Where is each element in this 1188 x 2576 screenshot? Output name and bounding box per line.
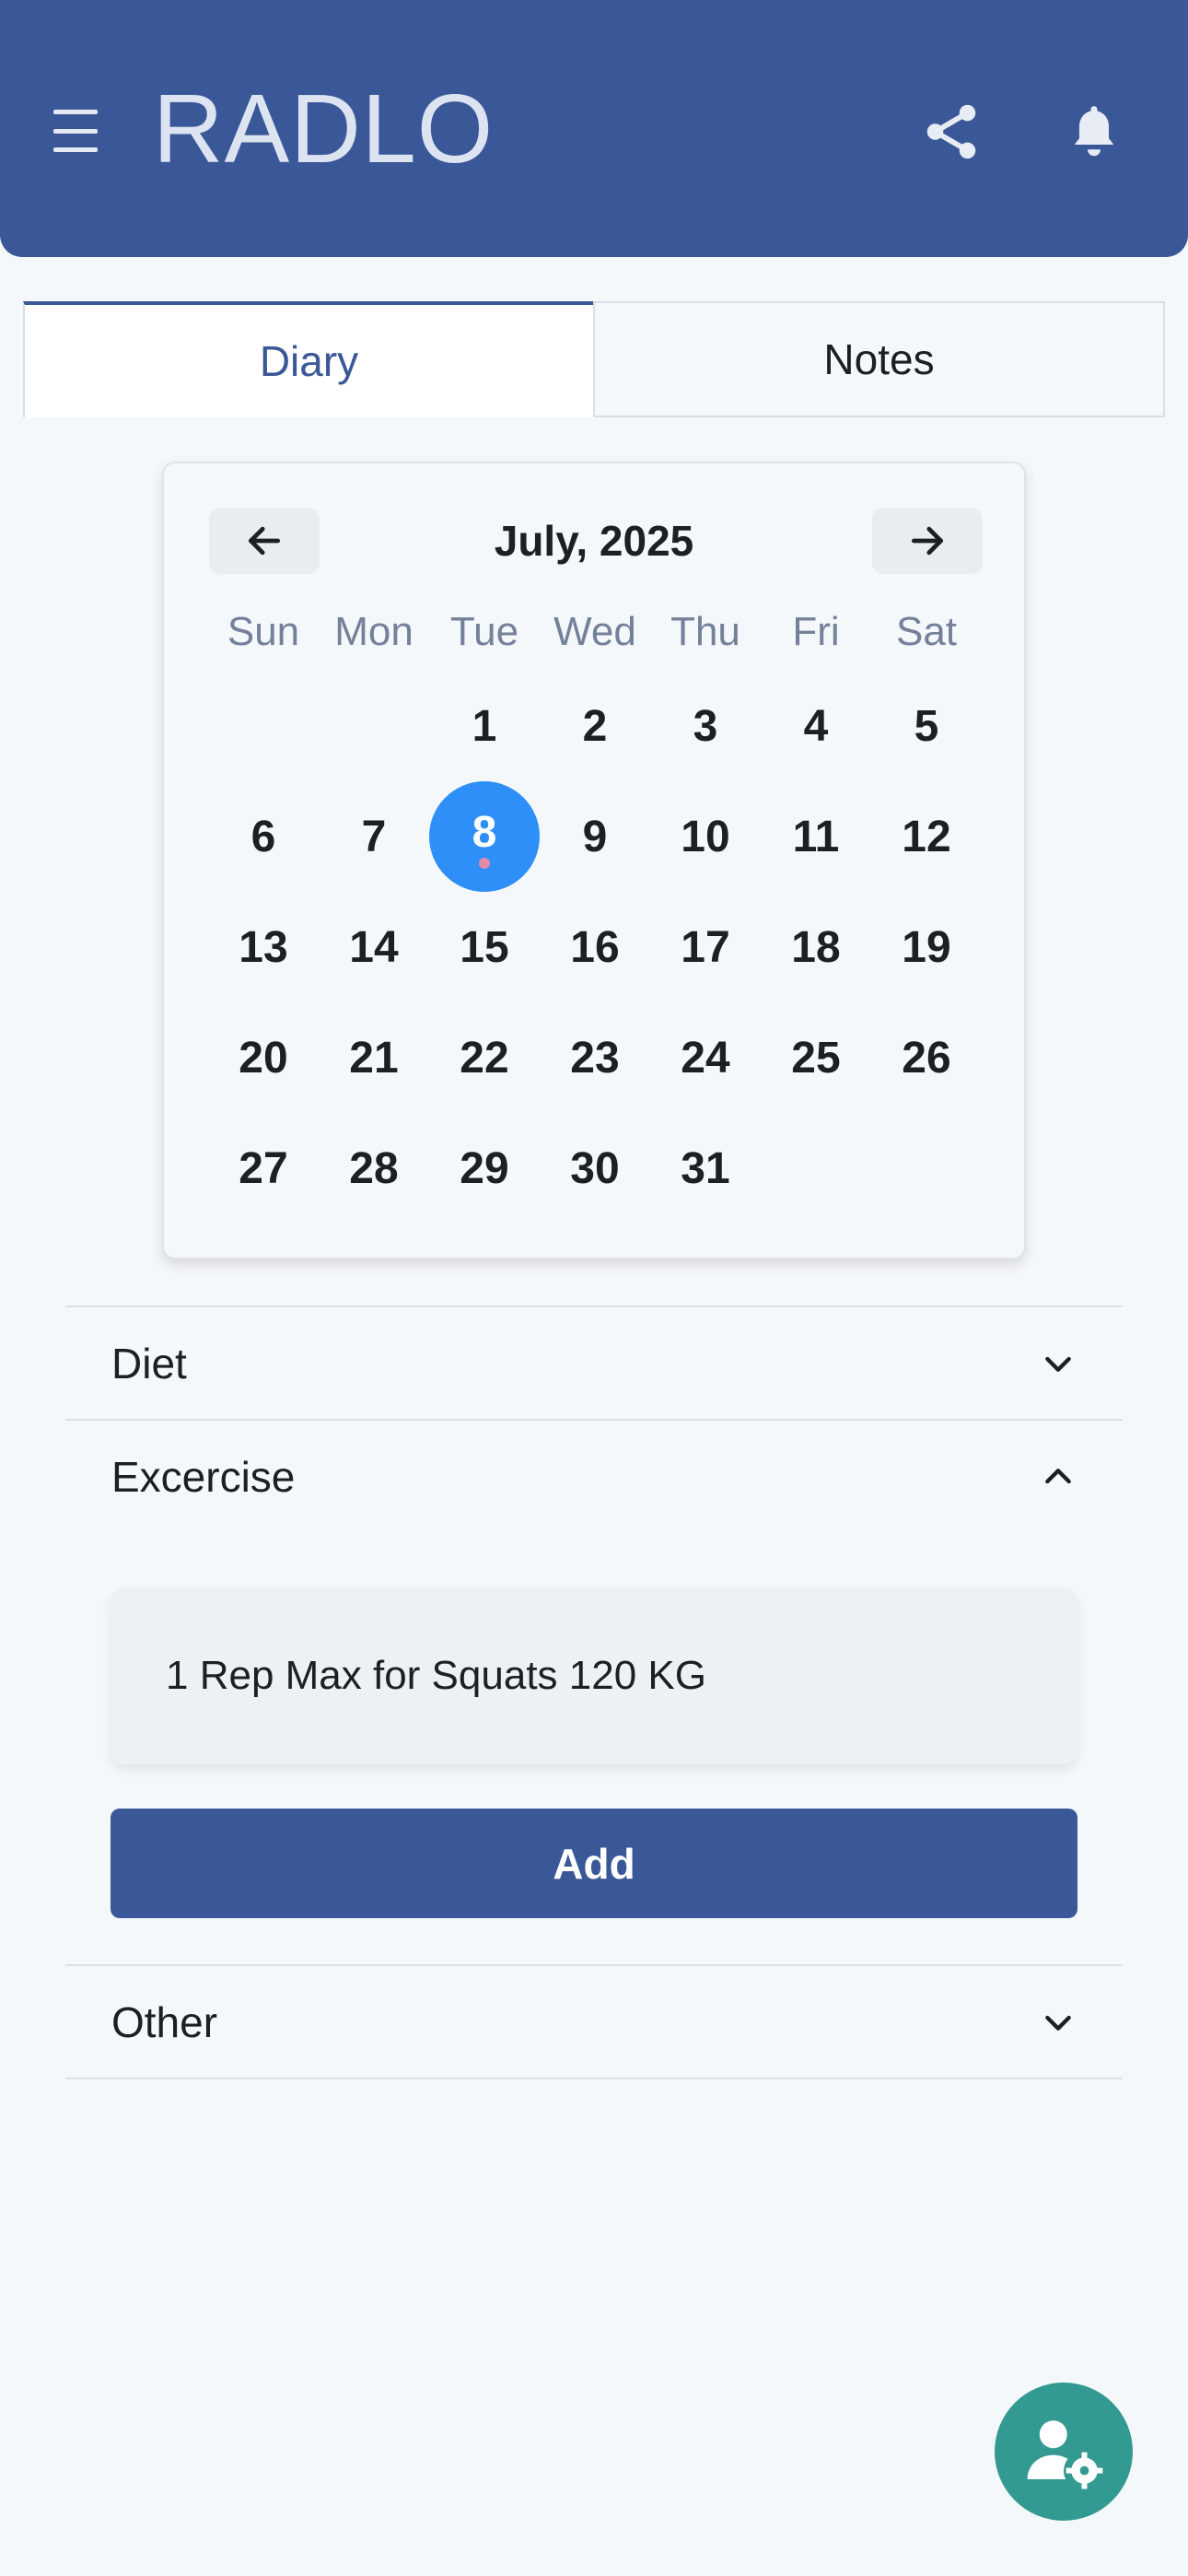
exercise-section-body: 1 Rep Max for Squats 120 KG Add bbox=[65, 1532, 1123, 1964]
calendar-day[interactable]: 10 bbox=[650, 781, 761, 892]
calendar-day[interactable]: 23 bbox=[540, 1002, 650, 1113]
calendar-day[interactable]: 16 bbox=[540, 892, 650, 1002]
calendar-day[interactable]: 11 bbox=[761, 781, 871, 892]
diet-section-label: Diet bbox=[111, 1339, 187, 1388]
diet-section-header[interactable]: Diet bbox=[65, 1307, 1123, 1419]
weekday-label: Tue bbox=[449, 608, 519, 654]
calendar-day[interactable]: 21 bbox=[319, 1002, 429, 1113]
exercise-section-label: Excercise bbox=[111, 1452, 296, 1501]
calendar-day[interactable]: 4 bbox=[761, 671, 871, 781]
calendar-day[interactable]: 29 bbox=[429, 1113, 540, 1224]
calendar-day-number: 8 bbox=[472, 807, 497, 857]
chevron-down-icon bbox=[1045, 1356, 1071, 1372]
bell-icon[interactable] bbox=[1059, 97, 1129, 167]
calendar-day[interactable]: 9 bbox=[540, 781, 650, 892]
tab-notes[interactable]: Notes bbox=[593, 301, 1165, 417]
tab-bar: Diary Notes bbox=[23, 301, 1165, 417]
section-exercise: Excercise 1 Rep Max for Squats 120 KG Ad… bbox=[65, 1419, 1123, 1964]
calendar-day-selected[interactable]: 8 bbox=[429, 781, 540, 892]
exercise-section-header[interactable]: Excercise bbox=[65, 1421, 1123, 1532]
calendar-day[interactable]: 26 bbox=[871, 1002, 982, 1113]
hamburger-menu-icon[interactable] bbox=[53, 110, 101, 152]
chevron-up-icon bbox=[1045, 1468, 1071, 1483]
arrow-right-icon bbox=[911, 526, 944, 556]
calendar-day[interactable]: 22 bbox=[429, 1002, 540, 1113]
calendar-day[interactable]: 24 bbox=[650, 1002, 761, 1113]
calendar-day[interactable]: 18 bbox=[761, 892, 871, 1002]
app-title: RADLO bbox=[153, 75, 495, 183]
calendar-day[interactable]: 15 bbox=[429, 892, 540, 1002]
section-other: Other bbox=[65, 1964, 1123, 2079]
calendar-empty-cell bbox=[208, 671, 319, 781]
calendar-day[interactable]: 20 bbox=[208, 1002, 319, 1113]
calendar-empty-cell bbox=[319, 671, 429, 781]
weekday-label: Mon bbox=[334, 608, 413, 654]
calendar-day[interactable]: 31 bbox=[650, 1113, 761, 1224]
chevron-down-icon bbox=[1045, 2015, 1071, 2031]
weekday-label: Fri bbox=[792, 608, 840, 654]
calendar-day[interactable]: 25 bbox=[761, 1002, 871, 1113]
app-header: RADLO bbox=[0, 0, 1188, 257]
user-settings-icon bbox=[1027, 2420, 1103, 2489]
calendar-day[interactable]: 13 bbox=[208, 892, 319, 1002]
calendar-grid: Sun Mon Tue Wed Thu Fri Sat 1 2 3 4 5 6 7 8 9 10 11 12 13 14… bbox=[208, 592, 982, 1224]
diary-sections: Diet Excercise 1 Rep Max for Squats 120 … bbox=[65, 1306, 1123, 2079]
calendar-day[interactable]: 17 bbox=[650, 892, 761, 1002]
calendar-day[interactable]: 12 bbox=[871, 781, 982, 892]
calendar-empty-cell bbox=[761, 1113, 871, 1224]
weekday-label: Sat bbox=[895, 608, 958, 654]
other-section-label: Other bbox=[111, 1997, 218, 2046]
user-settings-button[interactable] bbox=[995, 2383, 1133, 2521]
calendar-empty-cell bbox=[871, 1113, 982, 1224]
other-section-header[interactable]: Other bbox=[65, 1966, 1123, 2078]
calendar-day[interactable]: 3 bbox=[650, 671, 761, 781]
calendar-day[interactable]: 30 bbox=[540, 1113, 650, 1224]
calendar-day[interactable]: 1 bbox=[429, 671, 540, 781]
calendar-day[interactable]: 6 bbox=[208, 781, 319, 892]
weekday-label: Wed bbox=[553, 608, 636, 654]
weekday-label: Thu bbox=[670, 608, 740, 654]
calendar-day[interactable]: 19 bbox=[871, 892, 982, 1002]
calendar-day[interactable]: 14 bbox=[319, 892, 429, 1002]
section-diet: Diet bbox=[65, 1306, 1123, 1419]
calendar-day[interactable]: 27 bbox=[208, 1113, 319, 1224]
calendar-day[interactable]: 5 bbox=[871, 671, 982, 781]
add-exercise-button[interactable]: Add bbox=[111, 1809, 1077, 1918]
exercise-entry[interactable]: 1 Rep Max for Squats 120 KG bbox=[111, 1587, 1077, 1764]
calendar-day[interactable]: 28 bbox=[319, 1113, 429, 1224]
calendar-day[interactable]: 2 bbox=[540, 671, 650, 781]
weekday-label: Sun bbox=[227, 608, 300, 654]
share-icon[interactable] bbox=[916, 97, 986, 167]
calendar-day[interactable]: 7 bbox=[319, 781, 429, 892]
calendar: July, 2025 Sun Mon Tue Wed Thu Fri Sat 1 2 3 4 5 6 7 8… bbox=[162, 462, 1026, 1259]
next-month-button[interactable] bbox=[872, 508, 983, 574]
tab-diary[interactable]: Diary bbox=[23, 301, 593, 417]
entry-indicator-dot bbox=[479, 858, 490, 869]
